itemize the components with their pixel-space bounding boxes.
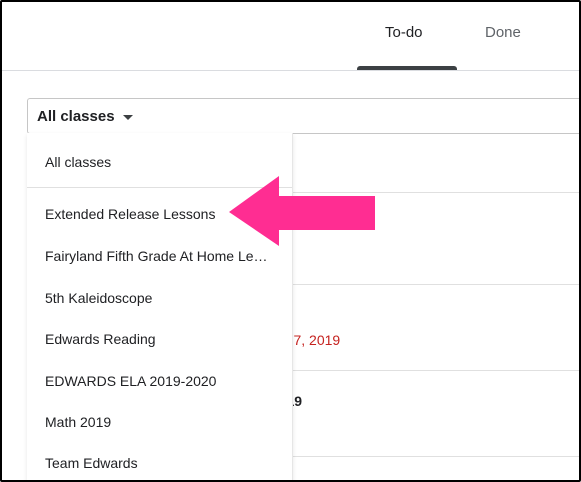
menu-item-label: EDWARDS ELA 2019-2020 [45, 373, 217, 389]
menu-item-label: 5th Kaleidoscope [45, 290, 153, 306]
active-tab-indicator [357, 66, 457, 70]
menu-item-5th-kaleidoscope[interactable]: 5th Kaleidoscope [27, 278, 292, 318]
menu-item-label: Edwards Reading [45, 331, 156, 347]
menu-item-edwards-ela[interactable]: EDWARDS ELA 2019-2020 [27, 361, 292, 401]
pink-arrow-annotation [229, 176, 375, 246]
menu-item-edwards-reading[interactable]: Edwards Reading [27, 319, 292, 359]
arrow-icon [229, 176, 375, 246]
menu-item-math-2019[interactable]: Math 2019 [27, 402, 292, 442]
menu-item-label: Math 2019 [45, 414, 112, 430]
menu-item-label: All classes [45, 154, 112, 170]
tab-bar: To-do Done [2, 2, 579, 71]
menu-item-team-edwards[interactable]: Team Edwards [27, 443, 292, 480]
tab-done[interactable]: Done [485, 24, 521, 42]
class-filter-selected: All classes [37, 108, 115, 125]
screenshot-frame: To-do Done All classes p 27, 2019 3-19 A… [0, 0, 581, 482]
menu-item-label: Extended Release Lessons [45, 206, 216, 222]
menu-item-label: Fairyland Fifth Grade At Home Le… [45, 248, 268, 264]
tab-todo[interactable]: To-do [385, 24, 423, 42]
class-filter-select[interactable]: All classes [27, 98, 579, 134]
caret-down-icon [123, 115, 133, 120]
menu-item-label: Team Edwards [45, 455, 138, 471]
